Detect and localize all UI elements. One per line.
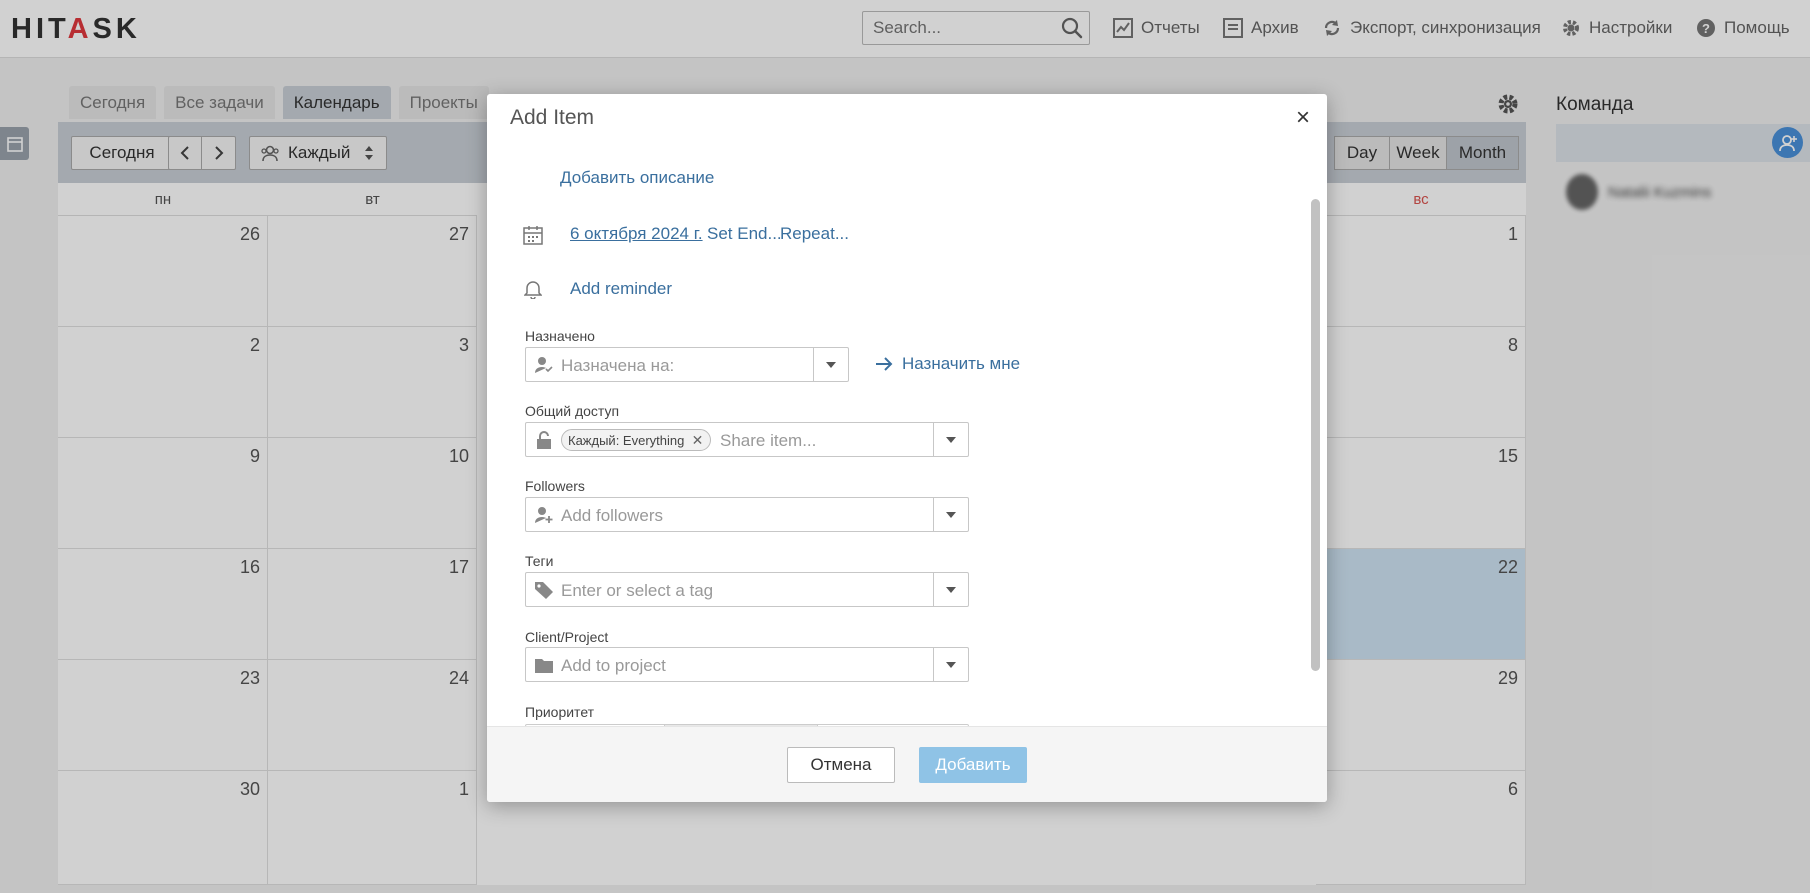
- add-reminder-link[interactable]: Add reminder: [570, 279, 672, 299]
- caret-down-icon: [826, 361, 836, 368]
- share-chip[interactable]: Каждый: Everything ✕: [561, 429, 712, 451]
- repeat-link[interactable]: Repeat...: [780, 224, 849, 244]
- dialog-footer: Отмена Добавить: [487, 726, 1327, 802]
- close-icon[interactable]: ×: [1293, 106, 1313, 130]
- assign-me-link[interactable]: Назначить мне: [902, 354, 1020, 374]
- user-plus-icon: [535, 507, 553, 523]
- user-check-icon: [535, 357, 553, 373]
- caret-down-icon: [946, 436, 956, 443]
- add-item-dialog: Add Item × Добавить описание 6 октября 2…: [487, 94, 1327, 802]
- dialog-body: Добавить описание 6 октября 2024 г. Set …: [487, 154, 1327, 726]
- priority-label: Приоритет: [525, 704, 595, 720]
- project-select[interactable]: Add to project: [525, 647, 969, 682]
- tags-select[interactable]: Enter or select a tag: [525, 572, 969, 607]
- assigned-label: Назначено: [525, 328, 595, 344]
- followers-label: Followers: [525, 478, 585, 494]
- start-date-link[interactable]: 6 октября 2024 г.: [570, 224, 703, 244]
- calendar-icon: [523, 226, 543, 245]
- add-description-link[interactable]: Добавить описание: [560, 168, 714, 188]
- caret-down-icon: [946, 661, 956, 668]
- tags-label: Теги: [525, 553, 554, 569]
- sharing-select[interactable]: Каждый: Everything ✕ Share item...: [525, 422, 969, 457]
- assignee-dropdown-button[interactable]: [813, 348, 848, 381]
- cancel-button[interactable]: Отмена: [787, 747, 895, 783]
- folder-icon: [535, 659, 553, 673]
- arrow-right-icon: [876, 357, 893, 371]
- tag-icon: [535, 582, 553, 599]
- dialog-title: Add Item: [510, 106, 595, 129]
- followers-select[interactable]: Add followers: [525, 497, 969, 532]
- bell-icon: [524, 281, 542, 299]
- dialog-scrollbar[interactable]: [1311, 199, 1320, 671]
- sharing-dropdown-button[interactable]: [933, 423, 968, 456]
- project-label: Client/Project: [525, 629, 609, 645]
- sharing-label: Общий доступ: [525, 403, 620, 419]
- project-dropdown-button[interactable]: [933, 648, 968, 681]
- unlock-icon: [537, 431, 551, 449]
- caret-down-icon: [946, 511, 956, 518]
- set-end-link[interactable]: Set End...: [707, 224, 782, 244]
- add-button[interactable]: Добавить: [919, 747, 1027, 783]
- followers-dropdown-button[interactable]: [933, 498, 968, 531]
- remove-chip-icon[interactable]: ✕: [692, 432, 704, 449]
- tags-dropdown-button[interactable]: [933, 573, 968, 606]
- assignee-select[interactable]: Назначена на:: [525, 347, 849, 382]
- caret-down-icon: [946, 586, 956, 593]
